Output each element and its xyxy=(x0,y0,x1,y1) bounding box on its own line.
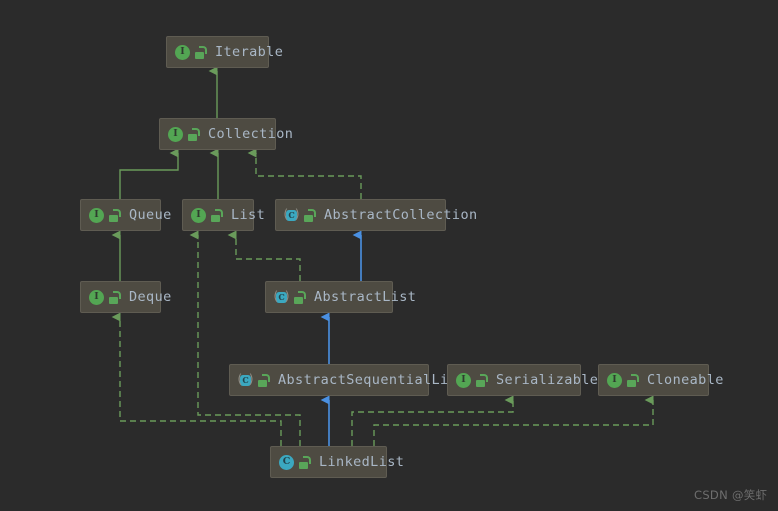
edge-abstractlist-implements-list xyxy=(227,230,301,281)
interface-icon: I xyxy=(456,372,471,388)
public-lock-icon xyxy=(211,208,223,222)
class-node-label: Collection xyxy=(208,126,294,142)
public-lock-icon xyxy=(188,127,200,141)
class-node-queue[interactable]: I Queue xyxy=(80,199,171,231)
class-node-label: LinkedList xyxy=(319,454,405,470)
edge-linkedlist-implements-list xyxy=(189,230,301,446)
edge-queue-extends-collection xyxy=(119,148,179,199)
abstract-class-icon: (C) xyxy=(282,206,301,221)
class-node-label: Serializable xyxy=(496,372,599,388)
public-lock-icon xyxy=(109,290,121,304)
abstract-class-icon: (C) xyxy=(236,371,255,386)
edge-abstractcollection-implements-collection xyxy=(247,148,362,199)
public-lock-icon xyxy=(294,290,306,304)
interface-icon: I xyxy=(175,44,190,60)
class-node-label: List xyxy=(231,207,266,223)
public-lock-icon xyxy=(304,208,316,222)
public-lock-icon xyxy=(627,373,639,387)
class-node-list[interactable]: I List xyxy=(182,199,265,231)
class-node-abstractsequentiallist[interactable]: (C) AbstractSequentialList xyxy=(229,364,465,396)
class-node-abstractlist[interactable]: (C) AbstractList xyxy=(265,281,416,313)
class-node-collection[interactable]: I Collection xyxy=(159,118,293,150)
public-lock-icon xyxy=(476,373,488,387)
class-node-label: Iterable xyxy=(215,44,284,60)
abstract-class-icon: (C) xyxy=(272,288,291,303)
interface-icon: I xyxy=(191,207,206,223)
interface-icon: I xyxy=(607,372,622,388)
interface-icon: I xyxy=(168,126,183,142)
class-icon: C xyxy=(279,454,294,470)
class-node-deque[interactable]: I Deque xyxy=(80,281,171,313)
class-node-cloneable[interactable]: I Cloneable xyxy=(598,364,723,396)
edge-linkedlist-implements-cloneable xyxy=(373,395,654,446)
interface-icon: I xyxy=(89,207,104,223)
class-node-abstractcollection[interactable]: (C) AbstractCollection xyxy=(275,199,477,231)
class-node-label: AbstractCollection xyxy=(324,207,478,223)
class-diagram-canvas: I Iterable I Collection I Queue I List (… xyxy=(0,0,778,511)
public-lock-icon xyxy=(299,455,311,469)
edge-linkedlist-implements-serializable xyxy=(351,395,514,446)
interface-icon: I xyxy=(89,289,104,305)
public-lock-icon xyxy=(109,208,121,222)
class-node-label: Deque xyxy=(129,289,172,305)
watermark: CSDN @笑虾 xyxy=(694,488,768,502)
class-node-serializable[interactable]: I Serializable xyxy=(447,364,598,396)
public-lock-icon xyxy=(258,373,270,387)
class-node-label: AbstractList xyxy=(314,289,417,305)
class-node-label: AbstractSequentialList xyxy=(278,372,466,388)
public-lock-icon xyxy=(195,45,207,59)
class-node-label: Queue xyxy=(129,207,172,223)
class-node-linkedlist[interactable]: C LinkedList xyxy=(270,446,404,478)
class-node-label: Cloneable xyxy=(647,372,724,388)
diagram-edges-layer xyxy=(111,66,654,446)
class-node-iterable[interactable]: I Iterable xyxy=(166,36,283,68)
